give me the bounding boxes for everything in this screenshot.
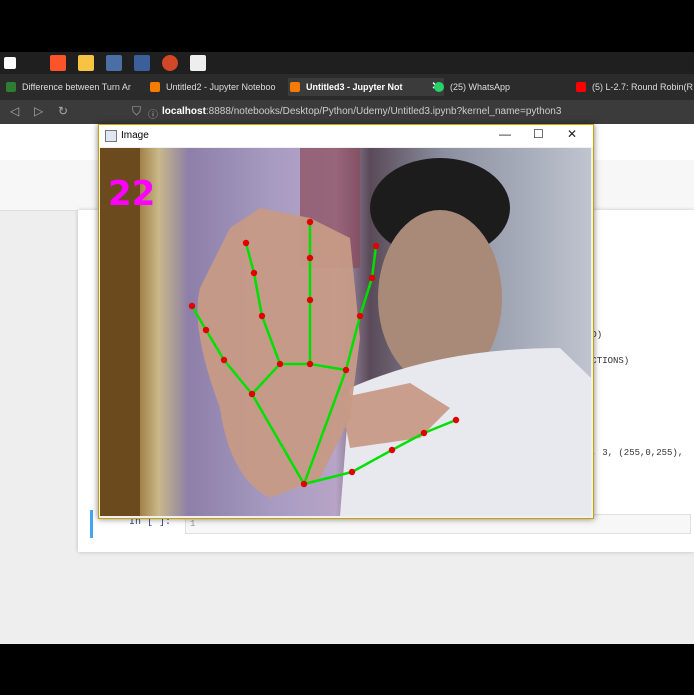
url-text[interactable]: localhost:8888/notebooks/Desktop/Python/… <box>162 106 561 117</box>
close-icon[interactable]: ✕ <box>567 127 577 141</box>
hand-landmark-point <box>202 326 210 334</box>
hand-landmark-point <box>220 356 228 364</box>
code-fragment: N, 3, (255,0,255), <box>586 448 684 458</box>
hand-landmark-point <box>306 296 314 304</box>
tab-label: (5) L-2.7: Round Robin(R <box>592 82 694 92</box>
powerpoint-icon[interactable] <box>162 55 178 71</box>
browser-tab[interactable]: Difference between Turn Ar <box>4 78 158 96</box>
taskview-icon[interactable] <box>106 55 122 71</box>
hand-landmark-point <box>368 274 376 282</box>
hand-connection-line <box>358 277 374 317</box>
browser-tab-active[interactable]: Untitled3 - Jupyter Not ✕ <box>288 78 444 96</box>
browser-tab[interactable]: Untitled2 - Jupyter Noteboo <box>148 78 302 96</box>
hand-landmark-point <box>306 360 314 368</box>
hand-landmark-point <box>342 366 350 374</box>
camera-frame: 22 <box>100 148 591 516</box>
whatsapp-icon <box>434 82 444 92</box>
bookmark-icon[interactable]: ⛉ <box>132 104 141 119</box>
hand-landmark-point <box>250 269 258 277</box>
hand-landmark-point <box>356 312 364 320</box>
browser-tab[interactable]: (5) L-2.7: Round Robin(R <box>574 78 694 96</box>
browser-tab-bar: Difference between Turn Ar Untitled2 - J… <box>0 74 694 100</box>
site-info-icon[interactable]: ⓘ <box>148 106 158 121</box>
camera-scene <box>100 148 591 516</box>
fps-counter: 22 <box>108 174 156 214</box>
hand-landmark-point <box>258 312 266 320</box>
window-app-icon <box>105 130 117 142</box>
windows-start-icon[interactable] <box>4 57 16 69</box>
hand-landmark-point <box>276 360 284 368</box>
hand-landmark-point <box>188 302 196 310</box>
window-title-bar[interactable]: Image — ☐ ✕ <box>99 125 593 147</box>
hand-landmark-point <box>306 218 314 226</box>
forward-icon[interactable]: ▷ <box>34 104 43 118</box>
hand-connection-line <box>370 245 378 279</box>
reload-icon[interactable]: ↻ <box>58 104 68 118</box>
window-title: Image <box>121 130 149 141</box>
notepad-icon[interactable] <box>190 55 206 71</box>
address-bar: ◁ ▷ ↻ ⛉ ⓘ localhost:8888/notebooks/Deskt… <box>0 100 694 124</box>
url-host: localhost <box>162 106 206 117</box>
tab-label: Difference between Turn Ar <box>22 82 131 92</box>
tab-label: Untitled3 - Jupyter Not <box>306 82 403 92</box>
hand-landmark-point <box>248 390 256 398</box>
tab-label: (25) WhatsApp <box>450 82 511 92</box>
jupyter-icon <box>150 82 160 92</box>
hand-landmark-point <box>306 254 314 262</box>
url-path: :8888/notebooks/Desktop/Python/Udemy/Unt… <box>205 106 562 117</box>
minimize-icon[interactable]: — <box>499 127 511 141</box>
tab-favicon-icon <box>6 82 16 92</box>
hand-landmark-point <box>372 242 380 250</box>
tab-label: Untitled2 - Jupyter Noteboo <box>166 82 276 92</box>
hand-landmark-point <box>348 468 356 476</box>
terminal-icon[interactable] <box>134 55 150 71</box>
hand <box>197 208 360 498</box>
hand-landmark-point <box>388 446 396 454</box>
youtube-icon <box>576 82 586 92</box>
taskbar <box>0 52 694 74</box>
brave-icon[interactable] <box>50 55 66 71</box>
file-explorer-icon[interactable] <box>78 55 94 71</box>
hand-landmark-point <box>420 429 428 437</box>
hand-landmark-point <box>242 239 250 247</box>
hand-landmark-point <box>300 480 308 488</box>
jupyter-icon <box>290 82 300 92</box>
maximize-icon[interactable]: ☐ <box>533 127 544 141</box>
image-window[interactable]: Image — ☐ ✕ 22 <box>98 124 594 519</box>
hand-landmark-point <box>452 416 460 424</box>
browser-tab[interactable]: (25) WhatsApp <box>432 78 580 96</box>
cell-line-number: 1 <box>190 519 196 529</box>
back-icon[interactable]: ◁ <box>10 104 19 118</box>
